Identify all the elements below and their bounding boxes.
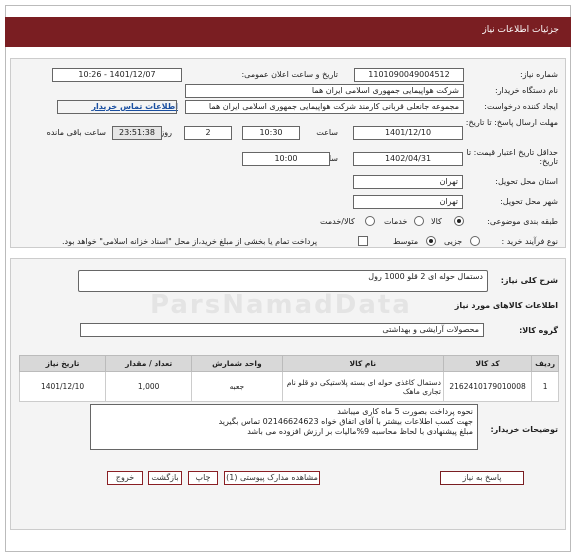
col-need-date: تاریخ نیاز (18, 355, 107, 372)
contact-link-box (57, 100, 177, 114)
cell-code: 2162410179010008 (442, 371, 533, 402)
buyer-field: شرکت هواپیمایی جمهوری اسلامی ایران هما (185, 84, 464, 98)
remaining-time-field: 23:51:38 (112, 126, 162, 140)
treasury-payment-note: پرداخت تمام یا بخشی از مبلغ خرید،از محل … (62, 237, 318, 246)
watermark-text: ParsNamadData (150, 290, 412, 320)
category-goods-service-label: کالا/خدمت (320, 217, 355, 226)
creator-field: مجموعه جانعلی قربانی کارمند شرکت هواپیما… (185, 100, 464, 114)
buyer-note-line: مبلغ پیشنهادی با لحاظ محاسبه 9%مالیات بر… (247, 427, 473, 436)
validity-label: حداقل تاریخ اعتبار قیمت: تا تاریخ: (466, 148, 558, 166)
page-header: جزئیات اطلاعات نیاز (5, 17, 571, 47)
col-row: ردیف (531, 355, 559, 372)
buyer-note-line: جهت کسب اطلاعات بیشتر با آقای اتفاق خواه… (218, 417, 473, 426)
remaining-time-label: ساعت باقی مانده (46, 128, 106, 137)
deadline-time-label: ساعت (316, 128, 338, 137)
summary-field: دستمال حوله ای 2 قلو 1000 رول (78, 270, 488, 292)
page-title: جزئیات اطلاعات نیاز (482, 25, 559, 35)
cell-quantity: 1,000 (105, 371, 193, 402)
cell-need-date: 1401/12/10 (18, 371, 107, 402)
days-field: 2 (184, 126, 232, 140)
deadline-label: مهلت ارسال پاسخ: تا تاریخ: (465, 118, 558, 127)
category-service-radio[interactable] (414, 216, 424, 226)
col-code: کد کالا (442, 355, 533, 372)
table-row: 1 2162410179010008 دستمال کاغذی حوله ای … (18, 371, 559, 402)
announce-label: تاریخ و ساعت اعلان عمومی: (241, 70, 338, 79)
validity-date-field: 1402/04/31 (353, 152, 463, 166)
announce-field: 1401/12/07 - 10:26 (52, 68, 182, 82)
need-number-label: شماره نیاز: (520, 70, 558, 79)
deadline-date-field: 1401/12/10 (353, 126, 463, 140)
cell-unit: جعبه (191, 371, 283, 402)
city-field: تهران (353, 195, 463, 209)
reply-button[interactable]: پاسخ به نیاز (440, 471, 524, 485)
process-minor-label: جزیی (444, 237, 463, 246)
category-service-label: خدمات (384, 217, 408, 226)
validity-time-field: 10:00 (242, 152, 330, 166)
back-button[interactable]: بازگشت (148, 471, 182, 485)
buyer-notes-box: نحوه پرداخت بصورت 5 ماه کاری میباشد جهت … (90, 404, 478, 450)
goods-group-label: گروه کالا: (519, 326, 558, 335)
attachments-button[interactable]: مشاهده مدارک پیوستی (1) (224, 471, 320, 485)
buyer-note-line: نحوه پرداخت بصورت 5 ماه کاری میباشد (337, 407, 473, 416)
city-label: شهر محل تحویل: (500, 197, 558, 206)
deadline-time-field: 10:30 (242, 126, 300, 140)
exit-button[interactable]: خروج (107, 471, 143, 485)
category-goods-radio[interactable] (454, 216, 464, 226)
category-label: طبقه بندی موضوعی: (487, 217, 558, 226)
col-unit: واحد شمارش (191, 355, 283, 372)
need-number-field: 1101090049004512 (354, 68, 464, 82)
goods-table-header: ردیف کد کالا نام کالا واحد شمارش تعداد /… (18, 355, 559, 372)
process-minor-radio[interactable] (470, 236, 480, 246)
process-medium-label: متوسط (393, 237, 419, 246)
print-button[interactable]: چاپ (188, 471, 218, 485)
summary-label: شرح کلی نیاز: (500, 276, 558, 285)
cell-row: 1 (531, 371, 559, 402)
buyer-label: نام دستگاه خریدار: (495, 86, 558, 95)
process-label: نوع فرآیند خرید : (501, 237, 558, 246)
category-goods-label: کالا (431, 217, 442, 226)
cell-name: دستمال کاغذی حوله ای بسته پلاستیکی دو قل… (281, 371, 444, 402)
category-goods-service-radio[interactable] (365, 216, 375, 226)
treasury-payment-checkbox[interactable] (358, 236, 368, 246)
col-quantity: تعداد / مقدار (105, 355, 193, 372)
goods-table: ردیف کد کالا نام کالا واحد شمارش تعداد /… (18, 355, 559, 402)
process-medium-radio[interactable] (426, 236, 436, 246)
province-field: تهران (353, 175, 463, 189)
goods-group-field: محصولات آرایشی و بهداشتی (80, 323, 484, 337)
buyer-notes-label: توضیحات خریدار: (490, 425, 558, 434)
province-label: استان محل تحویل: (495, 177, 558, 186)
col-name: نام کالا (281, 355, 444, 372)
goods-section-title: اطلاعات کالاهای مورد نیاز (454, 301, 558, 310)
creator-label: ایجاد کننده درخواست: (484, 102, 558, 111)
